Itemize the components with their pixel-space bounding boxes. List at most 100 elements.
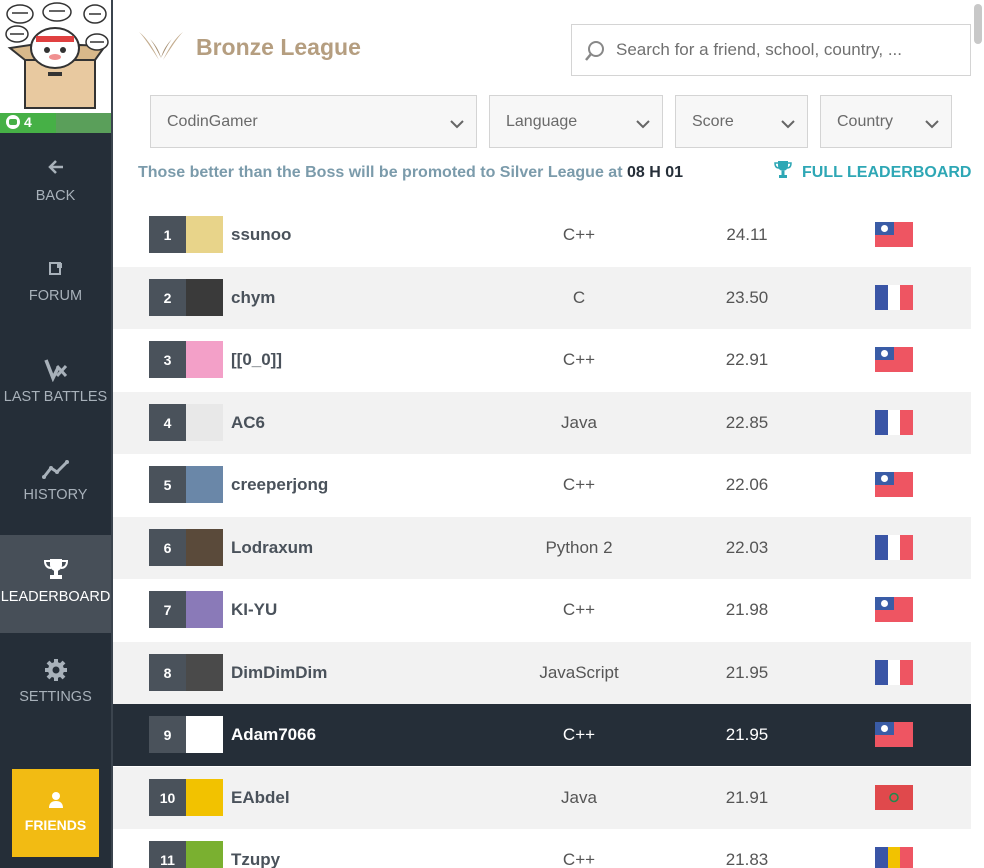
league-title: Bronze League <box>196 34 361 60</box>
score-cell: 22.06 <box>725 475 769 494</box>
score-cell: 21.98 <box>725 600 769 619</box>
avatar[interactable] <box>186 529 223 566</box>
player-name-link[interactable]: [[0_0]] <box>231 350 282 370</box>
country-flag-icon <box>875 410 913 435</box>
full-leaderboard-link[interactable]: FULL LEADERBOARD <box>774 160 971 185</box>
table-row-current-user[interactable]: 9 Adam7066 C++ 21.95 <box>113 704 971 766</box>
language-cell: C++ <box>562 350 596 369</box>
score-cell: 23.50 <box>725 288 769 307</box>
player-name-link[interactable]: KI-YU <box>231 600 277 620</box>
country-flag-icon <box>875 285 913 310</box>
player-name-link[interactable]: DimDimDim <box>231 663 327 683</box>
language-cell: C++ <box>562 225 596 244</box>
rank-badge: 8 <box>149 654 186 691</box>
country-flag-icon <box>875 597 913 622</box>
player-name-link[interactable]: ssunoo <box>231 225 291 245</box>
avatar[interactable] <box>186 216 223 253</box>
score-filter-select[interactable]: Score <box>675 95 808 148</box>
rank-badge: 2 <box>149 279 186 316</box>
table-row[interactable]: 5 creeperjong C++ 22.06 <box>113 454 971 516</box>
search-input[interactable] <box>616 35 956 65</box>
score-cell: 21.83 <box>725 850 769 868</box>
search-box[interactable] <box>571 24 971 76</box>
language-cell: Java <box>561 413 597 432</box>
level-progress-bar: 4 <box>0 113 111 133</box>
chevron-down-icon <box>781 116 795 134</box>
chevron-down-icon <box>925 116 939 134</box>
level-icon <box>6 115 20 129</box>
score-filter-value: Score <box>692 113 734 130</box>
player-name-link[interactable]: Tzupy <box>231 850 280 868</box>
trophy-icon <box>0 557 111 587</box>
avatar[interactable] <box>186 341 223 378</box>
player-name-link[interactable]: AC6 <box>231 413 265 433</box>
sidebar-item-label: HISTORY <box>23 487 88 503</box>
sidebar-item-label: LEADERBOARD <box>0 589 111 605</box>
scrollbar-thumb[interactable] <box>974 4 982 44</box>
table-row[interactable]: 6 Lodraxum Python 2 22.03 <box>113 517 971 579</box>
rank-badge: 7 <box>149 591 186 628</box>
country-flag-icon <box>875 722 913 747</box>
sidebar-item-label: LAST BATTLES <box>3 389 108 405</box>
language-filter-select[interactable]: Language <box>489 95 663 148</box>
level-value: 4 <box>24 114 32 130</box>
table-row[interactable]: 4 AC6 Java 22.85 <box>113 392 971 454</box>
player-name-link[interactable]: Lodraxum <box>231 538 313 558</box>
rank-badge: 10 <box>149 779 186 816</box>
bronze-league-logo-icon <box>137 28 185 69</box>
score-cell: 22.91 <box>725 350 769 369</box>
sidebar-item-settings[interactable]: SETTINGS <box>0 640 111 738</box>
avatar[interactable] <box>186 279 223 316</box>
table-row[interactable]: 10 EAbdel Java 21.91 <box>113 767 971 829</box>
sidebar-item-last-battles[interactable]: LAST BATTLES <box>0 340 111 438</box>
rank-badge: 6 <box>149 529 186 566</box>
table-row[interactable]: 7 KI-YU C++ 21.98 <box>113 579 971 641</box>
score-cell: 24.11 <box>726 225 768 244</box>
avatar[interactable] <box>186 404 223 441</box>
rank-badge: 9 <box>149 716 186 753</box>
avatar[interactable] <box>186 841 223 868</box>
table-row[interactable]: 2 chym C 23.50 <box>113 267 971 329</box>
avatar[interactable] <box>186 716 223 753</box>
player-name-link[interactable]: creeperjong <box>231 475 328 495</box>
sidebar-item-back[interactable]: BACK <box>0 140 111 238</box>
country-filter-value: Country <box>837 113 894 130</box>
sidebar-item-history[interactable]: HISTORY <box>0 436 111 534</box>
avatar[interactable] <box>186 466 223 503</box>
score-cell: 21.95 <box>725 663 769 682</box>
country-flag-icon <box>875 347 913 372</box>
sidebar-item-forum[interactable]: FORUM <box>0 240 111 338</box>
chevron-down-icon <box>636 116 650 134</box>
sidebar-item-label: SETTINGS <box>19 689 92 705</box>
player-name-link[interactable]: Adam7066 <box>231 725 316 745</box>
forum-icon <box>0 260 111 283</box>
score-cell: 22.85 <box>725 413 769 432</box>
country-flag-icon <box>875 535 913 560</box>
language-cell: C++ <box>562 725 596 744</box>
user-avatar[interactable] <box>0 0 111 113</box>
player-name-link[interactable]: chym <box>231 288 275 308</box>
table-row[interactable]: 1 ssunoo C++ 24.11 <box>113 204 971 266</box>
player-filter-value: CodinGamer <box>167 113 258 130</box>
promotion-text: Those better than the Boss will be promo… <box>138 164 623 181</box>
table-row[interactable]: 8 DimDimDim JavaScript 21.95 <box>113 642 971 704</box>
history-chart-icon <box>0 459 111 485</box>
sidebar-item-label: FORUM <box>28 288 83 304</box>
friends-button[interactable]: FRIENDS <box>12 769 99 857</box>
friends-label: FRIENDS <box>24 817 87 833</box>
country-flag-icon <box>875 785 913 810</box>
player-name-link[interactable]: EAbdel <box>231 788 290 808</box>
avatar[interactable] <box>186 779 223 816</box>
table-row[interactable]: 11 Tzupy C++ 21.83 <box>113 829 971 868</box>
battles-icon <box>0 358 111 388</box>
sidebar-item-leaderboard[interactable]: LEADERBOARD <box>0 535 111 633</box>
user-icon <box>12 791 99 812</box>
avatar[interactable] <box>186 654 223 691</box>
table-row[interactable]: 3 [[0_0]] C++ 22.91 <box>113 329 971 391</box>
chevron-down-icon <box>450 116 464 134</box>
player-filter-select[interactable]: CodinGamer <box>150 95 477 148</box>
country-filter-select[interactable]: Country <box>820 95 952 148</box>
score-cell: 21.95 <box>725 725 769 744</box>
avatar[interactable] <box>186 591 223 628</box>
language-cell: C <box>572 288 586 307</box>
